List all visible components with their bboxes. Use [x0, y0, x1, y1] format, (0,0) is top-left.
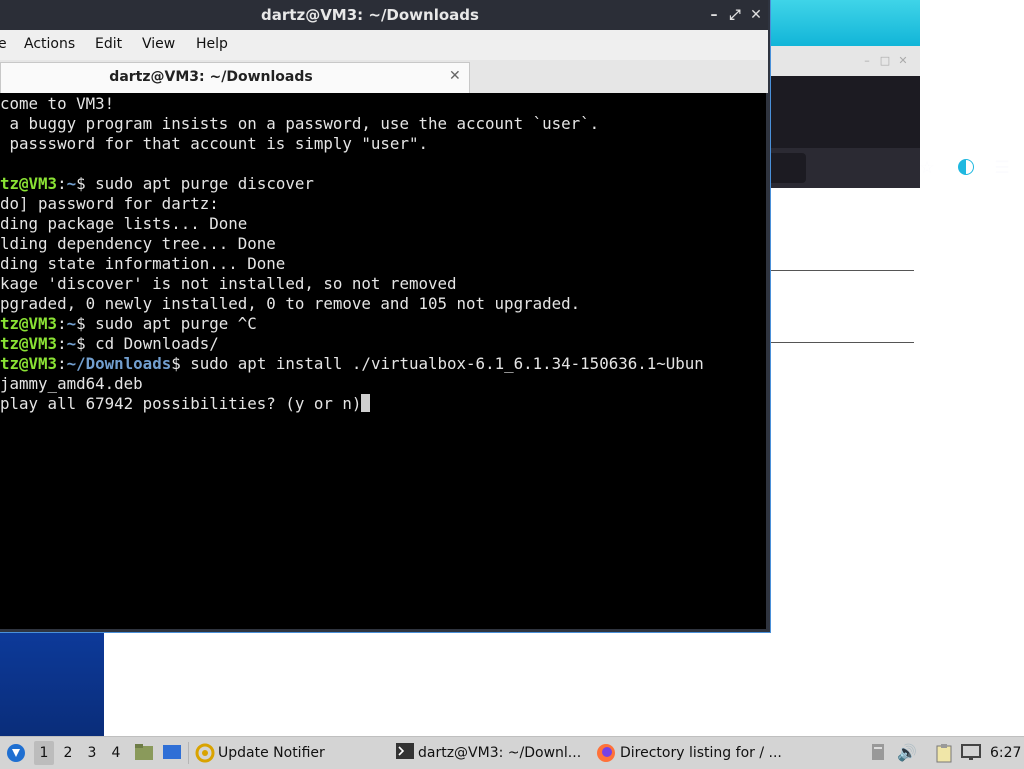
- prompt-separator: :: [57, 354, 67, 373]
- output-text: ding package lists... Done: [0, 214, 248, 233]
- menu-icon[interactable]: ☰: [991, 157, 1013, 179]
- command-text: sudo apt install ./virtualbox-6.1_6.1.34…: [180, 354, 704, 373]
- maximize-icon[interactable]: ⤢: [726, 5, 744, 25]
- terminal-line: tz@VM3:~/Downloads$ sudo apt install ./v…: [0, 354, 704, 374]
- prompt-directory: ~: [66, 174, 77, 193]
- task-update-notifier[interactable]: Update Notifier: [218, 737, 325, 769]
- prompt-separator: :: [57, 314, 67, 333]
- terminal-line: do] password for dartz:: [0, 194, 219, 214]
- terminal-line: play all 67942 possibilities? (y or n): [0, 394, 371, 414]
- prompt-directory: ~: [66, 334, 77, 353]
- terminal-tab-label: dartz@VM3: ~/Downloads: [109, 69, 313, 85]
- terminal-line: pgraded, 0 newly installed, 0 to remove …: [0, 294, 580, 314]
- workspace-4[interactable]: 4: [106, 741, 126, 765]
- output-text: lding dependency tree... Done: [0, 234, 276, 253]
- task-terminal[interactable]: dartz@VM3: ~/Downl...: [418, 737, 581, 769]
- output-text: play all 67942 possibilities? (y or n): [0, 394, 362, 413]
- terminal-line: tz@VM3:~$ sudo apt purge discover: [0, 174, 314, 194]
- prompt-symbol: $: [76, 334, 86, 353]
- show-desktop-icon[interactable]: [162, 743, 182, 763]
- task-browser[interactable]: Directory listing for / ...: [620, 737, 782, 769]
- output-text: jammy_amd64.deb: [0, 374, 143, 393]
- terminal-line: lding dependency tree... Done: [0, 234, 276, 254]
- terminal-menubar: e Actions Edit View Help: [0, 30, 768, 61]
- output-text: passsword for that account is simply "us…: [0, 134, 428, 153]
- menu-file[interactable]: e: [0, 36, 7, 52]
- browser-maximize-icon[interactable]: □: [878, 54, 892, 68]
- terminal-tabbar: dartz@VM3: ~/Downloads ✕: [0, 60, 768, 93]
- prompt-symbol: $: [76, 174, 86, 193]
- browser-minimize-icon[interactable]: –: [860, 54, 874, 68]
- menu-view[interactable]: View: [142, 36, 175, 52]
- terminal-line: ding package lists... Done: [0, 214, 247, 234]
- terminal-line: come to VM3!: [0, 94, 114, 114]
- workspace-2[interactable]: 2: [58, 741, 78, 765]
- terminal-output[interactable]: come to VM3! a buggy program insists on …: [0, 93, 766, 629]
- prompt-separator: :: [57, 334, 67, 353]
- browser-close-icon[interactable]: ✕: [896, 54, 910, 68]
- workspace-1[interactable]: 1: [34, 741, 54, 765]
- terminal-line: ding state information... Done: [0, 254, 285, 274]
- terminal-line: tz@VM3:~$ cd Downloads/: [0, 334, 219, 354]
- app-menu-icon[interactable]: [6, 743, 26, 763]
- terminal-line: passsword for that account is simply "us…: [0, 134, 428, 154]
- prompt-symbol: $: [76, 314, 86, 333]
- output-text: kage 'discover' is not installed, so not…: [0, 274, 457, 293]
- account-icon[interactable]: [955, 157, 977, 179]
- volume-icon[interactable]: 🔊: [897, 743, 917, 763]
- close-icon[interactable]: ✕: [747, 5, 765, 25]
- clipboard-icon[interactable]: [934, 743, 954, 763]
- terminal-line: a buggy program insists on a password, u…: [0, 114, 600, 134]
- menu-actions[interactable]: Actions: [24, 36, 75, 52]
- text-cursor: [361, 394, 371, 412]
- clock[interactable]: 6:27: [990, 737, 1021, 769]
- firefox-icon: [596, 743, 616, 763]
- terminal-line: jammy_amd64.deb: [0, 374, 143, 394]
- prompt-separator: :: [57, 174, 67, 193]
- bookmark-star-icon[interactable]: ☆: [916, 157, 938, 179]
- output-text: pgraded, 0 newly installed, 0 to remove …: [0, 294, 581, 313]
- output-text: do] password for dartz:: [0, 194, 219, 213]
- prompt-user: tz@VM3: [0, 314, 58, 333]
- prompt-directory: ~/Downloads: [66, 354, 172, 373]
- prompt-user: tz@VM3: [0, 174, 58, 193]
- terminal-line: kage 'discover' is not installed, so not…: [0, 274, 457, 294]
- command-text: cd Downloads/: [85, 334, 219, 353]
- output-text: a buggy program insists on a password, u…: [0, 114, 600, 133]
- window-title: dartz@VM3: ~/Downloads: [261, 6, 479, 24]
- prompt-symbol: $: [171, 354, 181, 373]
- desktop-wallpaper: [0, 630, 104, 736]
- terminal-titlebar[interactable]: dartz@VM3: ~/Downloads – ⤢ ✕: [0, 0, 768, 30]
- file-manager-icon[interactable]: [134, 743, 154, 763]
- command-text: sudo apt purge ^C: [85, 314, 257, 333]
- prompt-user: tz@VM3: [0, 354, 58, 373]
- network-icon[interactable]: [961, 743, 981, 763]
- menu-edit[interactable]: Edit: [95, 36, 122, 52]
- notification-icon[interactable]: [868, 743, 888, 763]
- terminal-icon: [395, 743, 415, 763]
- terminal-line: tz@VM3:~$ sudo apt purge ^C: [0, 314, 257, 334]
- menu-help[interactable]: Help: [196, 36, 228, 52]
- output-text: ding state information... Done: [0, 254, 286, 273]
- prompt-user: tz@VM3: [0, 334, 58, 353]
- taskbar: 1 2 3 4 Update Notifier dartz@VM3: ~/Dow…: [0, 736, 1024, 769]
- prompt-directory: ~: [66, 314, 77, 333]
- tab-close-icon[interactable]: ✕: [449, 68, 461, 84]
- command-text: sudo apt purge discover: [85, 174, 314, 193]
- workspace-3[interactable]: 3: [82, 741, 102, 765]
- terminal-window: dartz@VM3: ~/Downloads – ⤢ ✕ e Actions E…: [0, 0, 770, 632]
- divider: [188, 742, 189, 764]
- minimize-icon[interactable]: –: [705, 5, 723, 25]
- terminal-tab[interactable]: dartz@VM3: ~/Downloads ✕: [0, 62, 470, 93]
- output-text: come to VM3!: [0, 94, 115, 113]
- update-notifier-icon: [195, 743, 215, 763]
